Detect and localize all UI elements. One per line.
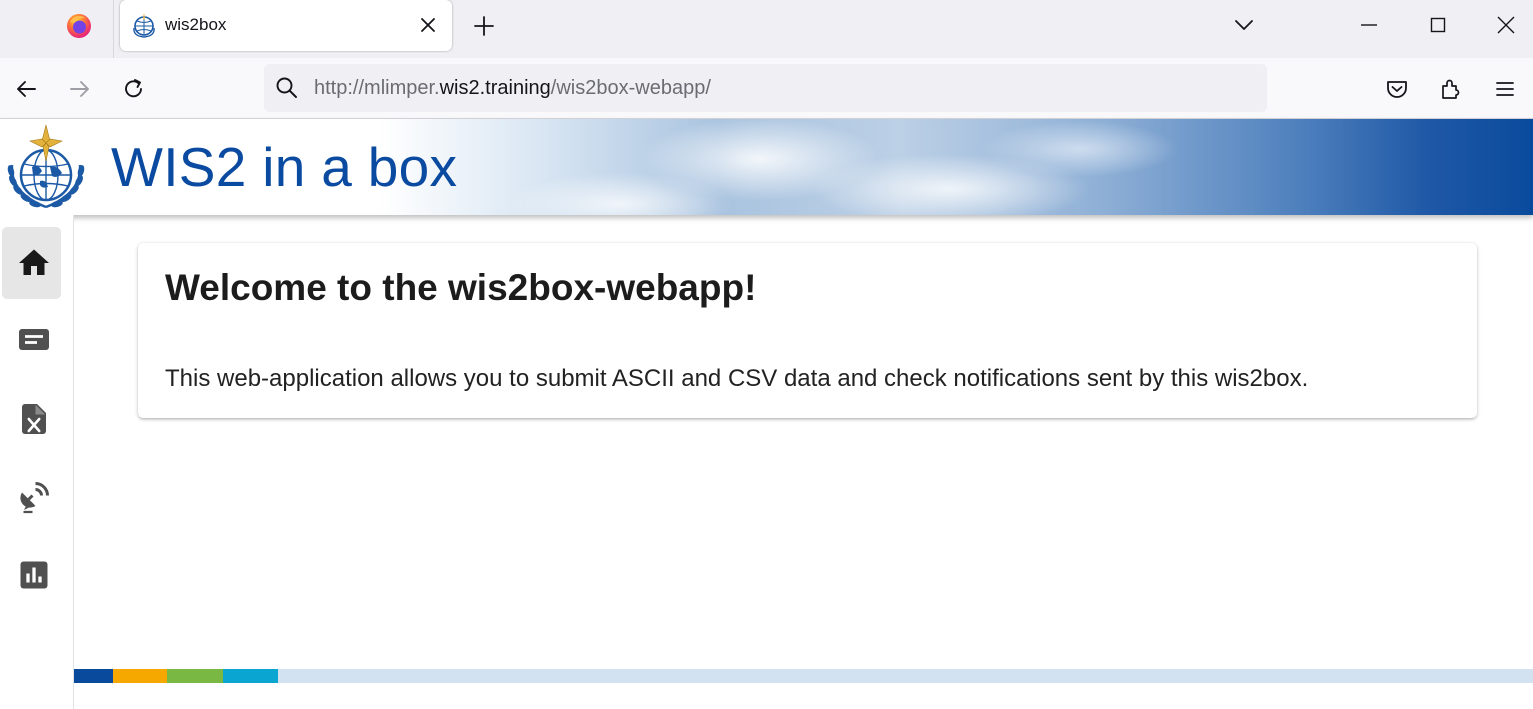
csv-file-icon [22,404,46,434]
bar-chart-icon [20,561,48,589]
pocket-icon[interactable] [1382,74,1412,104]
sidebar-nav [0,215,74,709]
message-icon [19,329,49,350]
sidebar-item-stations[interactable] [2,461,61,533]
sidebar-item-monitoring[interactable] [2,539,61,611]
close-window-icon[interactable] [1491,10,1521,40]
url-host: wis2.training [439,77,551,99]
welcome-description: This web-application allows you to submi… [165,365,1309,392]
new-tab-icon[interactable] [470,12,498,40]
tab-divider [113,0,114,58]
firefox-icon[interactable] [66,13,92,39]
search-icon [276,77,297,98]
tab-wis2box[interactable]: wis2box [120,0,452,51]
minimize-window-icon[interactable] [1354,10,1384,40]
list-all-tabs-icon[interactable] [1230,11,1258,39]
wmo-favicon-icon [133,13,155,38]
maximize-window-icon[interactable] [1423,10,1453,40]
sidebar-item-home[interactable] [2,227,61,299]
forward-icon[interactable] [65,74,95,104]
close-tab-icon[interactable] [414,11,442,39]
welcome-heading: Welcome to the wis2box-webapp! [165,267,757,308]
sidebar-item-messages[interactable] [2,305,61,377]
footer-color-strip [74,669,1533,683]
home-icon [19,249,49,275]
extensions-icon[interactable] [1437,74,1467,104]
address-bar[interactable]: http://mlimper.wis2.training/wis2box-web… [264,64,1267,112]
strip-segment-green [167,669,223,683]
tab-title: wis2box [165,15,227,34]
satellite-dish-icon [20,482,49,514]
strip-segment-blue [74,669,113,683]
back-icon[interactable] [11,74,41,104]
strip-segment-cyan [223,669,278,683]
reload-icon[interactable] [119,74,149,104]
page-title: WIS2 in a box [111,136,458,198]
strip-segment-light [278,669,1533,683]
url-path: /wis2box-webapp/ [550,77,711,99]
page-header-banner: WIS2 in a box [0,119,1533,215]
url-prefix: http://mlimper. [314,77,440,99]
browser-nav-bar: http://mlimper.wis2.training/wis2box-web… [0,58,1533,119]
menu-icon[interactable] [1490,74,1520,104]
wmo-logo-icon[interactable] [2,121,90,213]
browser-tab-strip: wis2box [0,0,1533,58]
strip-segment-orange [113,669,167,683]
welcome-card: Welcome to the wis2box-webapp! This web-… [138,243,1477,418]
sidebar-item-csv-upload[interactable] [2,383,61,455]
url-text: http://mlimper.wis2.training/wis2box-web… [314,77,711,100]
